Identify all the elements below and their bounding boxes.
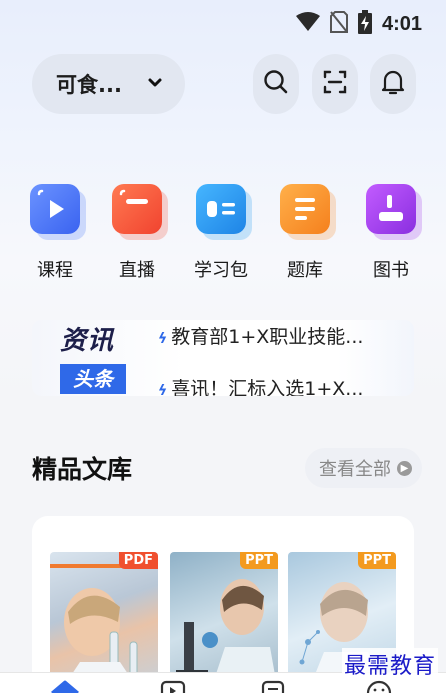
search-icon <box>263 69 289 99</box>
arrow-right-icon: ▶ <box>397 460 412 476</box>
play-icon <box>30 184 80 234</box>
see-all-label: 查看全部 <box>319 459 391 480</box>
status-time: 4:01 <box>381 12 422 35</box>
category-label: 学习包 <box>194 260 248 281</box>
org-selector[interactable]: 可食... <box>32 54 185 114</box>
search-button[interactable] <box>253 54 299 114</box>
status-bar: 4:01 <box>0 0 446 44</box>
book-save-icon <box>366 184 416 234</box>
home-icon[interactable] <box>50 679 80 693</box>
section-title: 精品文库 <box>32 455 133 484</box>
category-label: 直播 <box>119 260 155 281</box>
news-brand-title: 资讯 <box>60 326 115 356</box>
lightning-icon: ϟ <box>158 331 168 347</box>
news-ticker[interactable]: 资讯 头条 ϟ 教育部1+X职业技能... ϟ 喜讯！汇标入选1+X... <box>32 320 414 396</box>
no-sim-icon <box>329 11 348 37</box>
microscope-photo-icon <box>176 579 278 692</box>
book-icon <box>196 184 246 234</box>
see-all-button[interactable]: 查看全部 ▶ <box>305 448 422 488</box>
wifi-icon <box>295 12 320 36</box>
category-grid: 课程 直播 学习包 题库 图书 <box>0 184 446 284</box>
scan-button[interactable] <box>312 54 358 114</box>
category-label: 题库 <box>287 260 323 281</box>
watermark: 最需教育 <box>341 648 438 680</box>
doc-thumbnail[interactable]: PDF <box>50 552 158 692</box>
bell-icon <box>381 68 405 100</box>
chevron-down-icon <box>147 75 163 95</box>
question-bank-icon <box>280 184 330 234</box>
news-item[interactable]: ϟ 喜讯！汇标入选1+X... <box>158 374 363 396</box>
profile-icon[interactable] <box>364 679 394 693</box>
doc-type-badge: PDF <box>118 552 158 569</box>
category-question-bank[interactable]: 题库 <box>270 184 340 282</box>
live-icon <box>112 184 162 234</box>
news-item[interactable]: ϟ 教育部1+X职业技能... <box>158 322 363 349</box>
notifications-button[interactable] <box>370 54 416 114</box>
doc-type-badge: PPT <box>358 552 396 569</box>
doc-thumbnail[interactable]: PPT <box>170 552 278 692</box>
category-live[interactable]: 直播 <box>102 184 172 282</box>
battery-charging-icon <box>357 10 372 38</box>
doc-type-badge: PPT <box>240 552 278 569</box>
scan-icon <box>322 69 348 99</box>
lab-photo-icon <box>50 564 158 692</box>
play-icon[interactable] <box>158 679 188 693</box>
news-brand-badge: 头条 <box>60 364 126 394</box>
category-label: 课程 <box>37 260 73 281</box>
category-label: 图书 <box>373 260 409 281</box>
document-icon[interactable] <box>258 679 288 693</box>
org-selector-label: 可食... <box>56 73 122 97</box>
lightning-icon: ϟ <box>158 383 168 396</box>
category-books[interactable]: 图书 <box>356 184 426 282</box>
category-courses[interactable]: 课程 <box>20 184 90 282</box>
category-study-pack[interactable]: 学习包 <box>186 184 256 282</box>
